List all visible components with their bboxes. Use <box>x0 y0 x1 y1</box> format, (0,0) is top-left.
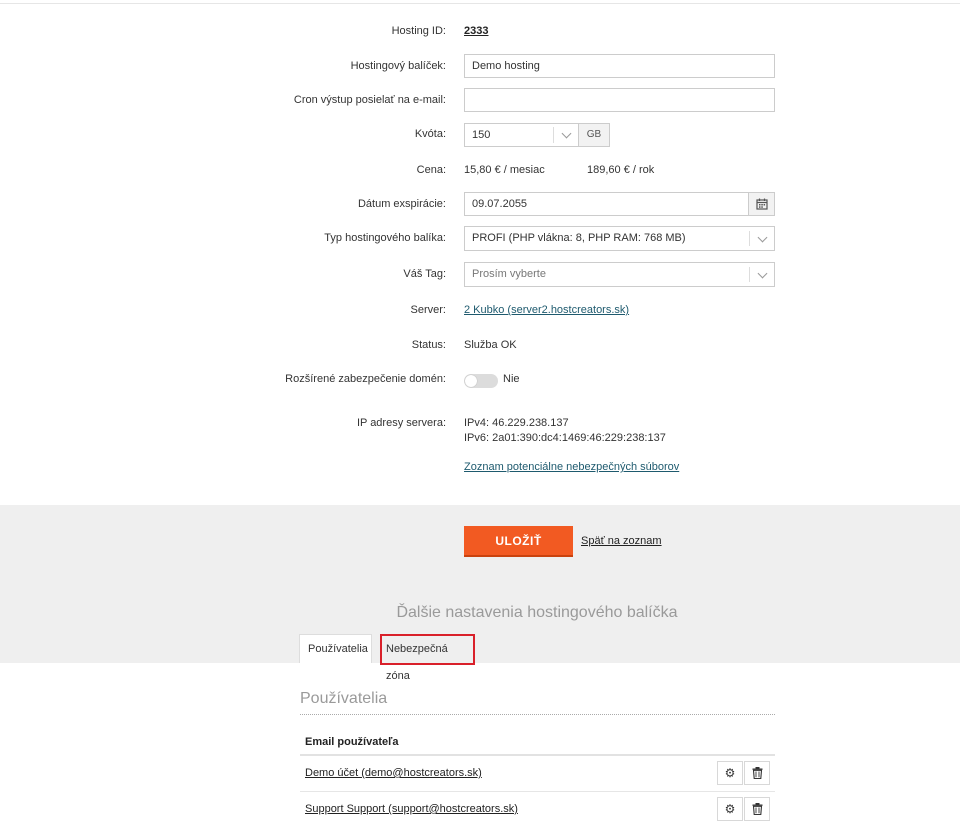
tag-label: Váš Tag: <box>403 268 446 280</box>
select-separator <box>749 231 750 246</box>
price-year: 189,60 € / rok <box>587 164 655 176</box>
user-settings-button[interactable]: ⚙ <box>717 761 743 785</box>
package-input[interactable] <box>464 54 775 78</box>
price-label: Cena: <box>416 164 446 176</box>
expiry-label: Dátum exspirácie: <box>357 198 446 210</box>
ipv6-value: IPv6: 2a01:390:dc4:1469:46:229:238:137 <box>464 432 666 444</box>
dangerous-files-link[interactable]: Zoznam potenciálne nebezpečných súborov <box>464 460 679 475</box>
security-label: Rozšírené zabezpečenie domén: <box>285 373 446 385</box>
users-section-title: Používatelia <box>300 690 388 707</box>
quota-unit: GB <box>579 123 610 147</box>
status-label: Status: <box>411 339 446 351</box>
user-delete-button[interactable] <box>744 797 770 821</box>
package-label: Hostingový balíček: <box>350 60 446 72</box>
cron-email-input[interactable] <box>464 88 775 112</box>
server-label: Server: <box>410 304 446 316</box>
save-button[interactable]: ULOŽIŤ <box>464 526 573 557</box>
ipv4-value: IPv4: 46.229.238.137 <box>464 417 569 429</box>
toggle-knob <box>465 375 477 387</box>
row-divider <box>300 791 775 792</box>
gear-icon: ⚙ <box>724 766 736 780</box>
column-header-email: Email používateľa <box>305 736 399 748</box>
expiry-value: 09.07.2055 <box>472 198 528 210</box>
section-divider <box>300 714 775 715</box>
header-divider <box>300 754 775 756</box>
tag-placeholder: Prosím vyberte <box>472 268 546 280</box>
ip-label: IP adresy servera: <box>356 417 446 429</box>
tag-select[interactable]: Prosím vyberte <box>464 262 775 287</box>
calendar-button[interactable] <box>748 192 775 216</box>
price-month: 15,80 € / mesiac <box>464 164 545 176</box>
quota-value: 150 <box>472 129 491 141</box>
tab-users[interactable]: Používatelia <box>299 634 372 663</box>
security-value: Nie <box>503 373 520 385</box>
gear-icon: ⚙ <box>724 802 736 816</box>
chevron-down-icon <box>757 232 768 243</box>
tab-danger-zone[interactable]: Nebezpečná zóna <box>380 634 475 682</box>
package-type-label: Typ hostingového balíka: <box>324 232 446 244</box>
cron-label: Cron výstup posielať na e-mail: <box>293 94 446 106</box>
trash-icon <box>752 803 762 816</box>
user-email-link[interactable]: Demo účet (demo@hostcreators.sk) <box>305 767 482 779</box>
server-link[interactable]: 2 Kubko (server2.hostcreators.sk) <box>464 303 629 318</box>
quota-label: Kvóta: <box>414 128 446 140</box>
chevron-down-icon <box>757 268 768 279</box>
hosting-id-link[interactable]: 2333 <box>464 24 488 39</box>
security-toggle[interactable] <box>464 374 498 388</box>
user-email-link[interactable]: Support Support (support@hostcreators.sk… <box>305 803 518 815</box>
hosting-form: Hosting ID: 2333 Hostingový balíček: Cro… <box>0 0 960 505</box>
back-to-list-link[interactable]: Späť na zoznam <box>581 535 662 547</box>
user-settings-button[interactable]: ⚙ <box>717 797 743 821</box>
expiry-date-input[interactable]: 09.07.2055 <box>464 192 775 216</box>
chevron-down-icon <box>561 128 572 139</box>
more-settings-title: Ďalšie nastavenia hostingového balíčka <box>396 604 678 621</box>
package-type-value: PROFI (PHP vlákna: 8, PHP RAM: 768 MB) <box>472 232 686 244</box>
status-value: Služba OK <box>464 339 517 351</box>
package-type-select[interactable]: PROFI (PHP vlákna: 8, PHP RAM: 768 MB) <box>464 226 775 251</box>
calendar-icon <box>756 198 768 210</box>
quota-select[interactable]: 150 <box>464 123 579 147</box>
hosting-id-label: Hosting ID: <box>391 25 446 37</box>
user-delete-button[interactable] <box>744 761 770 785</box>
trash-icon <box>752 767 762 780</box>
select-separator <box>749 267 750 282</box>
select-separator <box>553 127 554 143</box>
